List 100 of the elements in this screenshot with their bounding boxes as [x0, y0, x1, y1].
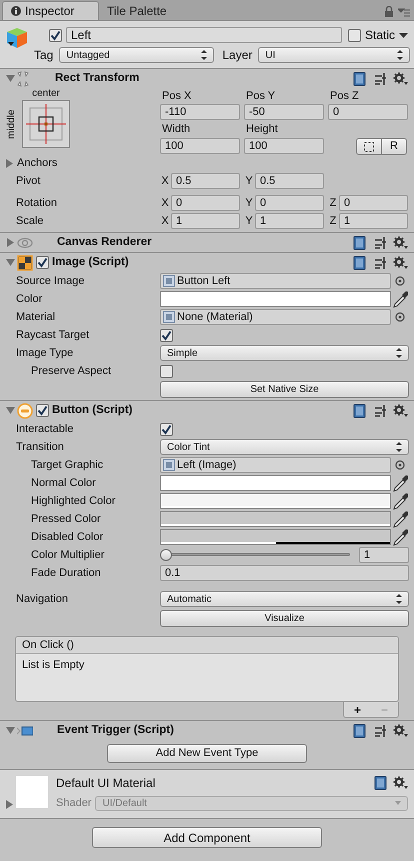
sliders-icon: [374, 236, 387, 250]
checkbox[interactable]: [36, 404, 49, 417]
color-field[interactable]: [160, 511, 391, 527]
set-native-size-button[interactable]: Set Native Size: [160, 380, 409, 398]
foldout-arrow-icon[interactable]: [6, 726, 15, 735]
updown-arrows-icon: [397, 50, 403, 60]
dropdown[interactable]: Color Tint: [160, 439, 409, 455]
number-field[interactable]: 0: [171, 195, 240, 211]
field-label: Pressed Color: [30, 512, 102, 527]
field-label: Navigation: [15, 592, 69, 607]
field-label: Raycast Target: [15, 328, 90, 343]
number-field[interactable]: -110: [160, 104, 240, 120]
foldout-arrow-icon[interactable]: [5, 159, 14, 168]
number-field[interactable]: 100: [160, 138, 240, 154]
anchors-foldout[interactable]: Anchors: [0, 155, 414, 172]
foldout-arrow-icon[interactable]: [6, 74, 15, 83]
component-title: Button (Script): [52, 402, 132, 418]
help-book-icon: [374, 776, 387, 790]
field-label: Pos Z: [329, 89, 360, 103]
axis-label: Z: [328, 214, 338, 229]
foldout-arrow-icon[interactable]: [6, 238, 15, 247]
checkbox[interactable]: [49, 28, 62, 42]
number-field[interactable]: 0.5: [171, 173, 240, 189]
blueprint-button[interactable]: [356, 138, 382, 155]
name-field[interactable]: Left: [66, 27, 342, 43]
help-book-icon: [353, 404, 366, 418]
help-book-icon: [353, 256, 366, 270]
object-field[interactable]: None (Material): [160, 309, 391, 325]
axis-label: X: [160, 174, 170, 189]
field-label: Fade Duration: [30, 566, 102, 581]
field-label: Interactable: [15, 422, 74, 437]
field-label: Width: [161, 122, 192, 137]
color-field[interactable]: [160, 291, 391, 307]
field-label: Image Type: [15, 346, 74, 361]
number-field[interactable]: 0.1: [160, 565, 409, 581]
add-component-button[interactable]: Add Component: [92, 827, 322, 848]
field-label: Height: [245, 122, 279, 137]
field-label: Material: [15, 310, 56, 325]
field-label: Target Graphic: [30, 458, 104, 473]
add-button[interactable]: +: [354, 704, 361, 716]
gear-icon: [393, 72, 408, 86]
checkbox[interactable]: [348, 28, 361, 42]
tag-dropdown[interactable]: Untagged: [59, 47, 214, 63]
foldout-arrow-icon[interactable]: [6, 406, 15, 415]
number-field[interactable]: 0: [339, 195, 408, 211]
gear-icon: [393, 724, 408, 738]
object-field[interactable]: Left (Image): [160, 457, 391, 473]
component-header[interactable]: Button (Script): [0, 400, 414, 420]
axis-label: Y: [244, 174, 254, 189]
dropdown-arrow-icon: [399, 32, 408, 38]
sliders-icon: [374, 724, 387, 738]
checkbox[interactable]: [160, 422, 173, 436]
updown-arrows-icon: [396, 594, 402, 604]
shader-label: Shader: [56, 796, 92, 811]
layer-label: Layer: [222, 47, 252, 64]
object-field[interactable]: Button Left: [160, 273, 391, 289]
number-field[interactable]: 1: [339, 213, 408, 229]
tab[interactable]: Tile Palette: [99, 2, 196, 20]
component-header[interactable]: Image (Script): [0, 252, 414, 272]
number-field[interactable]: 1: [255, 213, 324, 229]
anchor-horizontal-label: center: [31, 88, 61, 100]
tag-label: Tag: [34, 47, 54, 64]
dropdown[interactable]: Simple: [160, 345, 409, 361]
component-header[interactable]: Canvas Renderer: [0, 232, 414, 252]
field-label: Scale: [15, 214, 45, 229]
foldout-arrow-icon[interactable]: [6, 258, 15, 267]
sliders-icon: [374, 256, 387, 270]
object-picker-icon: [395, 276, 405, 286]
number-field[interactable]: -50: [244, 104, 324, 120]
component-header[interactable]: Event Trigger (Script): [0, 720, 414, 740]
field-label: Pivot: [15, 174, 42, 189]
checkbox[interactable]: [160, 364, 173, 378]
axis-label: Y: [244, 196, 254, 211]
layer-dropdown[interactable]: UI: [258, 47, 410, 63]
image-component-icon: [17, 254, 33, 270]
raw-edit-button[interactable]: R: [382, 138, 407, 155]
number-field[interactable]: 0.5: [255, 173, 324, 189]
color-field[interactable]: [160, 529, 391, 545]
dropdown-arrow-icon: [395, 801, 401, 806]
lock-icon: [384, 6, 394, 17]
sliders-icon: [374, 404, 387, 418]
material-name: Default UI Material: [56, 775, 156, 792]
color-field[interactable]: [160, 475, 391, 491]
checkbox[interactable]: [36, 256, 49, 269]
component-header[interactable]: Rect Transform: [0, 68, 414, 88]
number-field[interactable]: 1: [359, 547, 409, 563]
number-field[interactable]: 100: [244, 138, 324, 154]
help-book-icon: [353, 236, 366, 250]
dropdown[interactable]: Automatic: [160, 591, 409, 607]
tab[interactable]: Inspector: [2, 1, 99, 20]
number-field[interactable]: 0: [328, 104, 408, 120]
add-event-type-button[interactable]: Add New Event Type: [107, 744, 307, 763]
color-field[interactable]: [160, 493, 391, 509]
sprite-icon: [163, 311, 175, 323]
visualize-button[interactable]: Visualize: [160, 610, 409, 626]
field-label: Source Image: [15, 274, 86, 289]
checkbox[interactable]: [160, 328, 173, 342]
event-list-title: On Click (): [16, 637, 398, 654]
number-field[interactable]: 0: [255, 195, 324, 211]
number-field[interactable]: 1: [171, 213, 240, 229]
